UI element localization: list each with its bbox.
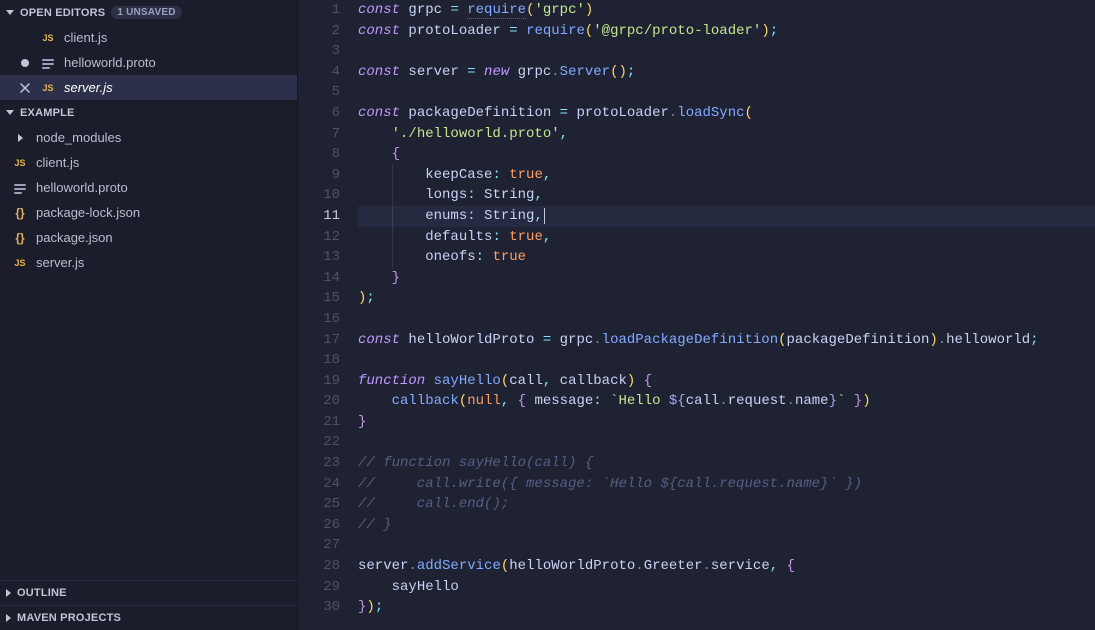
js-file-icon: JS (40, 83, 56, 93)
code-editor[interactable]: 1234567891011121314151617181920212223242… (298, 0, 1095, 630)
code-line[interactable]: server.addService(helloWorldProto.Greete… (358, 556, 1095, 577)
file-tree-label: client.js (36, 155, 291, 170)
code-line[interactable]: ); (358, 288, 1095, 309)
chevron-right-icon (6, 614, 11, 622)
file-tree-label: node_modules (36, 130, 291, 145)
chevron-right-icon (12, 134, 28, 142)
file-tree-label: helloworld.proto (36, 180, 291, 195)
code-line[interactable]: longs: String, (358, 185, 1095, 206)
code-line[interactable] (358, 309, 1095, 330)
file-tree-item[interactable]: helloworld.proto (0, 175, 297, 200)
proto-file-icon (40, 56, 56, 70)
code-line[interactable]: // call.end(); (358, 494, 1095, 515)
open-editors-header[interactable]: OPEN EDITORS 1 UNSAVED (0, 0, 297, 25)
code-line[interactable]: // function sayHello(call) { (358, 453, 1095, 474)
code-line[interactable]: const protoLoader = require('@grpc/proto… (358, 21, 1095, 42)
code-line[interactable]: defaults: true, (358, 227, 1095, 248)
text-cursor (544, 208, 545, 224)
code-line[interactable]: function sayHello(call, callback) { (358, 371, 1095, 392)
file-tree-label: package-lock.json (36, 205, 291, 220)
file-tree-item[interactable]: {} package.json (0, 225, 297, 250)
code-line[interactable]: keepCase: true, (358, 165, 1095, 186)
unsaved-dot-icon (18, 59, 32, 67)
file-tree-label: server.js (36, 255, 291, 270)
open-editors-label: OPEN EDITORS (20, 7, 105, 19)
code-area[interactable]: const grpc = require('grpc')const protoL… (358, 0, 1095, 630)
open-editor-item[interactable]: helloworld.proto (0, 50, 297, 75)
code-line[interactable] (358, 535, 1095, 556)
code-line[interactable] (358, 432, 1095, 453)
code-line[interactable] (358, 41, 1095, 62)
code-line[interactable]: const server = new grpc.Server(); (358, 62, 1095, 83)
js-file-icon: JS (40, 33, 56, 43)
js-file-icon: JS (12, 158, 28, 168)
code-line[interactable]: const helloWorldProto = grpc.loadPackage… (358, 330, 1095, 351)
code-line[interactable]: // call.write({ message: `Hello ${call.r… (358, 474, 1095, 495)
chevron-down-icon (6, 110, 14, 115)
code-line[interactable] (358, 350, 1095, 371)
line-gutter: 1234567891011121314151617181920212223242… (298, 0, 358, 630)
code-line[interactable]: callback(null, { message: `Hello ${call.… (358, 391, 1095, 412)
file-tree-item[interactable]: node_modules (0, 125, 297, 150)
code-line[interactable]: enums: String, (358, 206, 1095, 227)
maven-header[interactable]: MAVEN PROJECTS (0, 605, 297, 630)
code-line[interactable]: './helloworld.proto', (358, 124, 1095, 145)
file-tree-item[interactable]: {} package-lock.json (0, 200, 297, 225)
chevron-down-icon (6, 10, 14, 15)
file-tree-item[interactable]: JS server.js (0, 250, 297, 275)
open-editor-item[interactable]: JS server.js (0, 75, 297, 100)
sidebar: OPEN EDITORS 1 UNSAVED JS client.js hellow… (0, 0, 298, 630)
explorer-label: EXAMPLE (20, 107, 75, 119)
code-line[interactable]: } (358, 268, 1095, 289)
code-line[interactable] (358, 82, 1095, 103)
unsaved-badge: 1 UNSAVED (111, 6, 181, 19)
code-line[interactable]: } (358, 412, 1095, 433)
proto-file-icon (12, 181, 28, 195)
code-line[interactable]: sayHello (358, 577, 1095, 598)
open-editor-label: client.js (64, 30, 291, 45)
js-file-icon: JS (12, 258, 28, 268)
maven-label: MAVEN PROJECTS (17, 612, 121, 624)
code-line[interactable]: { (358, 144, 1095, 165)
outline-label: OUTLINE (17, 587, 67, 599)
code-line[interactable]: const packageDefinition = protoLoader.lo… (358, 103, 1095, 124)
outline-header[interactable]: OUTLINE (0, 580, 297, 605)
close-icon[interactable] (18, 82, 32, 94)
explorer-header[interactable]: EXAMPLE (0, 100, 297, 125)
code-line[interactable]: }); (358, 597, 1095, 618)
open-editor-item[interactable]: JS client.js (0, 25, 297, 50)
json-file-icon: {} (12, 231, 28, 245)
open-editor-label: server.js (64, 80, 291, 95)
code-line[interactable]: const grpc = require('grpc') (358, 0, 1095, 21)
code-line[interactable]: oneofs: true (358, 247, 1095, 268)
open-editor-label: helloworld.proto (64, 55, 291, 70)
json-file-icon: {} (12, 206, 28, 220)
file-tree-label: package.json (36, 230, 291, 245)
code-line[interactable]: // } (358, 515, 1095, 536)
chevron-right-icon (6, 589, 11, 597)
file-tree-item[interactable]: JS client.js (0, 150, 297, 175)
